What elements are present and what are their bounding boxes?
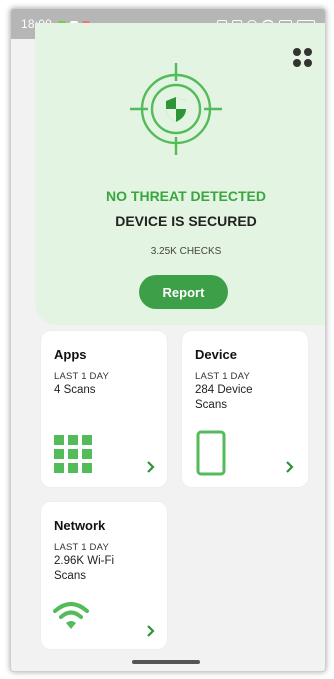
apps-title: Apps [54,347,87,362]
network-title: Network [54,518,106,533]
report-button[interactable]: Report [139,275,228,309]
wifi-icon [53,602,89,629]
checks-count: 3.25K CHECKS [150,246,222,257]
apps-period: LAST 1 DAY [54,371,109,382]
network-card[interactable]: Network LAST 1 DAY 2.96K Wi-Fi Scans [41,502,167,649]
device-scans: 284 Device Scans [195,384,253,411]
device-chevron-right-icon[interactable] [284,461,296,473]
threat-status-text: NO THREAT DETECTED [106,188,266,204]
phone-icon [196,430,226,476]
network-period: LAST 1 DAY [54,542,109,553]
device-period: LAST 1 DAY [195,371,250,382]
home-indicator[interactable] [132,660,200,664]
device-card[interactable]: Device LAST 1 DAY 284 Device Scans [182,331,308,487]
apps-scans: 4 Scans [54,384,96,396]
device-title: Device [195,347,237,362]
network-chevron-right-icon[interactable] [145,625,157,637]
apps-card[interactable]: Apps LAST 1 DAY 4 Scans [41,331,167,487]
phone-screen: 18:00 [10,8,326,672]
apps-chevron-right-icon[interactable] [145,461,157,473]
device-secured-text: DEVICE IS SECURED [115,213,257,229]
security-status-panel: NO THREAT DETECTED DEVICE IS SECURED 3.2… [35,23,325,325]
apps-grid-icon [54,435,92,473]
shield-radar-icon [130,63,222,155]
grid-dots-icon[interactable] [293,48,313,68]
network-scans: 2.96K Wi-Fi Scans [54,555,115,582]
